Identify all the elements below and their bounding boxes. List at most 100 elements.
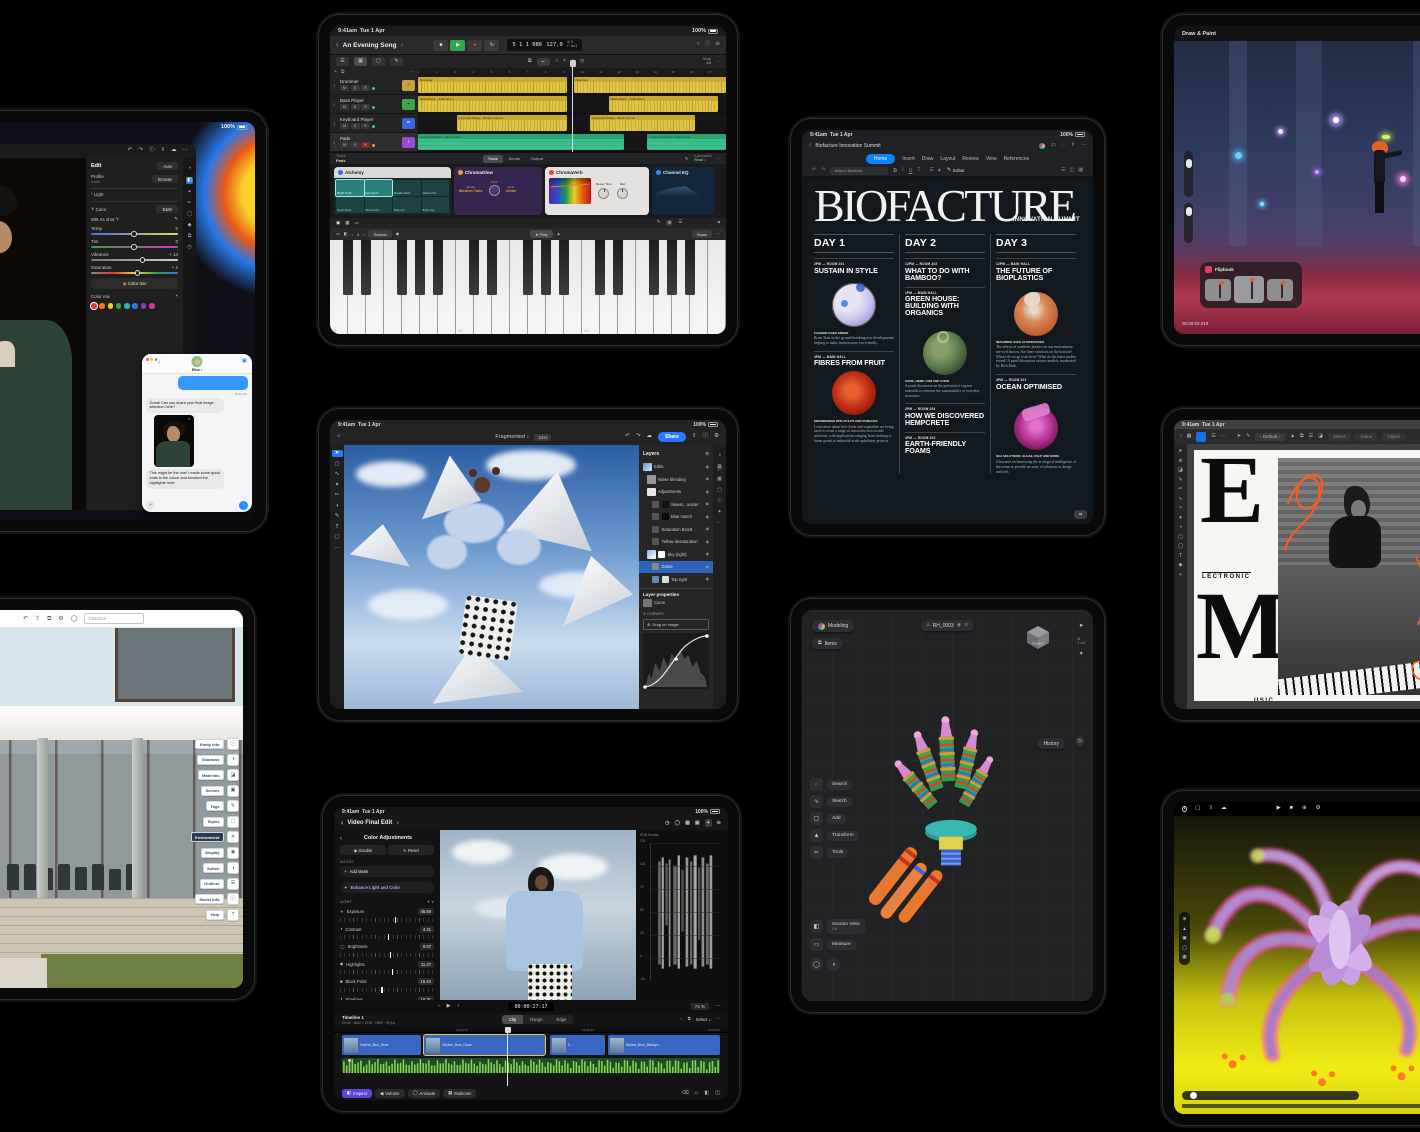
disable-button[interactable]: ◉ Disable bbox=[340, 845, 386, 855]
piano-black-key[interactable] bbox=[343, 240, 353, 295]
eyedropper-icon[interactable]: ✎ bbox=[174, 217, 178, 222]
gradient-tool-icon[interactable]: ◑ bbox=[1179, 525, 1182, 530]
panel-item-help[interactable]: Help? bbox=[206, 909, 239, 921]
plugin-power-icon[interactable] bbox=[656, 170, 661, 175]
color-swatch[interactable] bbox=[116, 303, 122, 309]
light-section[interactable]: Light bbox=[94, 192, 104, 197]
track-stack-icon[interactable]: ⧉ bbox=[341, 70, 345, 75]
piano-black-key[interactable] bbox=[595, 240, 605, 295]
strip-mode-icon[interactable]: ▭ bbox=[355, 221, 359, 226]
controls-icon[interactable]: ☰ bbox=[678, 220, 682, 227]
mute-button[interactable]: M bbox=[340, 123, 349, 129]
home-icon[interactable]: ⌂ bbox=[337, 434, 340, 440]
visibility-icon[interactable]: ◉ bbox=[706, 577, 710, 581]
record-enable-button[interactable]: R bbox=[361, 123, 370, 129]
heal-tool-icon[interactable]: ✏ bbox=[187, 201, 191, 206]
tab-insert[interactable]: Insert bbox=[902, 156, 915, 162]
tool-search[interactable]: ◌Search bbox=[810, 778, 859, 791]
drive-knob[interactable] bbox=[489, 185, 500, 196]
track-header-drummer[interactable]: 1 Drummer MSR ◔ bbox=[330, 76, 418, 95]
visibility-icon[interactable]: ◉ bbox=[706, 502, 710, 506]
solo-button[interactable]: S bbox=[351, 85, 360, 91]
shadows-icon[interactable]: ◑ bbox=[227, 754, 239, 766]
color-swatch[interactable] bbox=[99, 303, 105, 309]
maximize-window-icon[interactable] bbox=[155, 358, 158, 361]
orient-icon[interactable]: ▲ bbox=[1182, 927, 1186, 932]
panel-options-icon[interactable]: ☰ bbox=[705, 452, 709, 456]
piano-black-key[interactable] bbox=[433, 240, 443, 295]
render-progress-slider[interactable] bbox=[1182, 1091, 1359, 1100]
distance-input[interactable]: Distance bbox=[84, 613, 144, 624]
region-icon[interactable]: ◯ bbox=[1182, 946, 1187, 951]
wet-knob[interactable] bbox=[617, 188, 628, 199]
segment-edge[interactable]: Edge bbox=[550, 1015, 574, 1024]
info-icon[interactable]: ⓘ bbox=[149, 148, 155, 154]
panel-item-styles[interactable]: Styles⬚ bbox=[203, 816, 239, 828]
undo-icon[interactable]: ↶ bbox=[23, 616, 28, 622]
play-button[interactable]: ▶ bbox=[450, 40, 465, 51]
modeling-menu-button[interactable]: Modeling bbox=[812, 620, 854, 632]
project-title[interactable]: Video Final Edit bbox=[347, 820, 392, 826]
solo-button[interactable]: S bbox=[351, 104, 360, 110]
share-button[interactable]: Share bbox=[658, 432, 686, 442]
playhead[interactable] bbox=[572, 60, 573, 152]
device-preview-icon[interactable]: ▭ bbox=[1051, 143, 1056, 148]
share-icon[interactable]: ⇧ bbox=[1071, 143, 1075, 148]
adjust-icon[interactable]: ◑ bbox=[718, 453, 721, 458]
curves-graph[interactable] bbox=[643, 633, 709, 689]
color-swatch-row[interactable] bbox=[91, 303, 178, 309]
piano-keyboard[interactable]: C2C3C4 bbox=[330, 240, 726, 334]
tab-home[interactable]: Home bbox=[866, 154, 895, 164]
pad[interactable]: Synth Pluck bbox=[336, 197, 364, 213]
add-attachment-button[interactable]: + bbox=[146, 501, 155, 510]
photo-attachment[interactable]: × bbox=[154, 415, 194, 467]
erase-icon[interactable]: × bbox=[563, 59, 566, 64]
scale-button[interactable]: Scale bbox=[692, 230, 712, 238]
piano-black-key[interactable] bbox=[559, 240, 569, 295]
plugin-chromaglow[interactable]: ChromaGlow ModelModern Tube Drive StyleC… bbox=[454, 167, 542, 215]
automation-pencil-icon[interactable]: ✎ bbox=[685, 157, 688, 161]
crop-tool-icon[interactable]: ◑ bbox=[188, 166, 191, 171]
viewer[interactable] bbox=[440, 830, 636, 1000]
node-tool-icon[interactable]: ✎ bbox=[1246, 434, 1250, 439]
adjustment-value[interactable]: 9.07 bbox=[420, 943, 434, 950]
region[interactable]: Keyboard Player - Broken Chords bbox=[457, 115, 568, 131]
visual-style-icon[interactable]: ✦ bbox=[1079, 652, 1084, 658]
slider-knob[interactable] bbox=[1186, 159, 1192, 168]
volume-button[interactable]: ▶Volume bbox=[375, 1089, 405, 1098]
alchemy-pads[interactable]: Bright Synth Epic Synth Metallic Swell M… bbox=[334, 178, 451, 215]
lens-tool-icon[interactable]: ◯ bbox=[187, 212, 193, 217]
bold-button[interactable]: B bbox=[893, 168, 897, 174]
layer-row-sky[interactable]: Sky (right)◉ bbox=[639, 548, 713, 561]
scenes-icon[interactable]: ▣ bbox=[227, 785, 239, 797]
pencil-tool-icon[interactable]: ∿ bbox=[1178, 497, 1182, 502]
color-mix-button[interactable]: ◉ Color mix bbox=[91, 278, 178, 289]
pencil-icon[interactable]: ✎ bbox=[390, 57, 403, 66]
flipbook-header[interactable]: Flipbook bbox=[1205, 266, 1297, 273]
color-section[interactable]: Color bbox=[96, 207, 107, 212]
panel-item-outliner[interactable]: Outliner☰ bbox=[200, 878, 239, 890]
canvas[interactable] bbox=[344, 445, 639, 709]
collapse-icon[interactable]: ⊖ bbox=[717, 821, 721, 826]
presets-tool-icon[interactable]: ◆ bbox=[188, 223, 192, 228]
pen-tool-icon[interactable]: ✎ bbox=[1178, 478, 1182, 483]
brush-tool-icon[interactable]: ✏ bbox=[335, 493, 340, 499]
photo-canvas[interactable] bbox=[0, 158, 86, 510]
eraser-tool-icon[interactable]: ◑ bbox=[335, 504, 338, 510]
boolean-icon[interactable]: ◪ bbox=[1318, 434, 1323, 439]
panel-item-shadows[interactable]: Shadows◑ bbox=[197, 754, 239, 766]
document-canvas[interactable]: BIOFACTURE INNOVATION SUMMIT DAY 1 2PM —… bbox=[802, 177, 1093, 524]
animation-frame[interactable] bbox=[1205, 279, 1231, 301]
collapse-icon[interactable]: ⊖ bbox=[715, 42, 720, 48]
snapping-icon[interactable]: ⧉ bbox=[688, 1017, 691, 1021]
object-button[interactable]: Object bbox=[1382, 433, 1405, 441]
more-icon[interactable]: ··· bbox=[717, 521, 722, 526]
color-swatch[interactable] bbox=[124, 303, 130, 309]
panel-item-materials[interactable]: Materials◪ bbox=[198, 769, 239, 781]
brush-tool-icon[interactable]: ✏ bbox=[1178, 487, 1182, 492]
layers-icon[interactable]: ⧉ bbox=[717, 464, 723, 471]
title-chevron-icon[interactable]: ∨ bbox=[396, 821, 399, 825]
settings-icon[interactable]: ⚙ bbox=[666, 220, 672, 227]
plugin-alchemy[interactable]: Alchemy Bright Synth Epic Synth Metallic… bbox=[334, 167, 451, 215]
tab-references[interactable]: References bbox=[1004, 156, 1030, 162]
